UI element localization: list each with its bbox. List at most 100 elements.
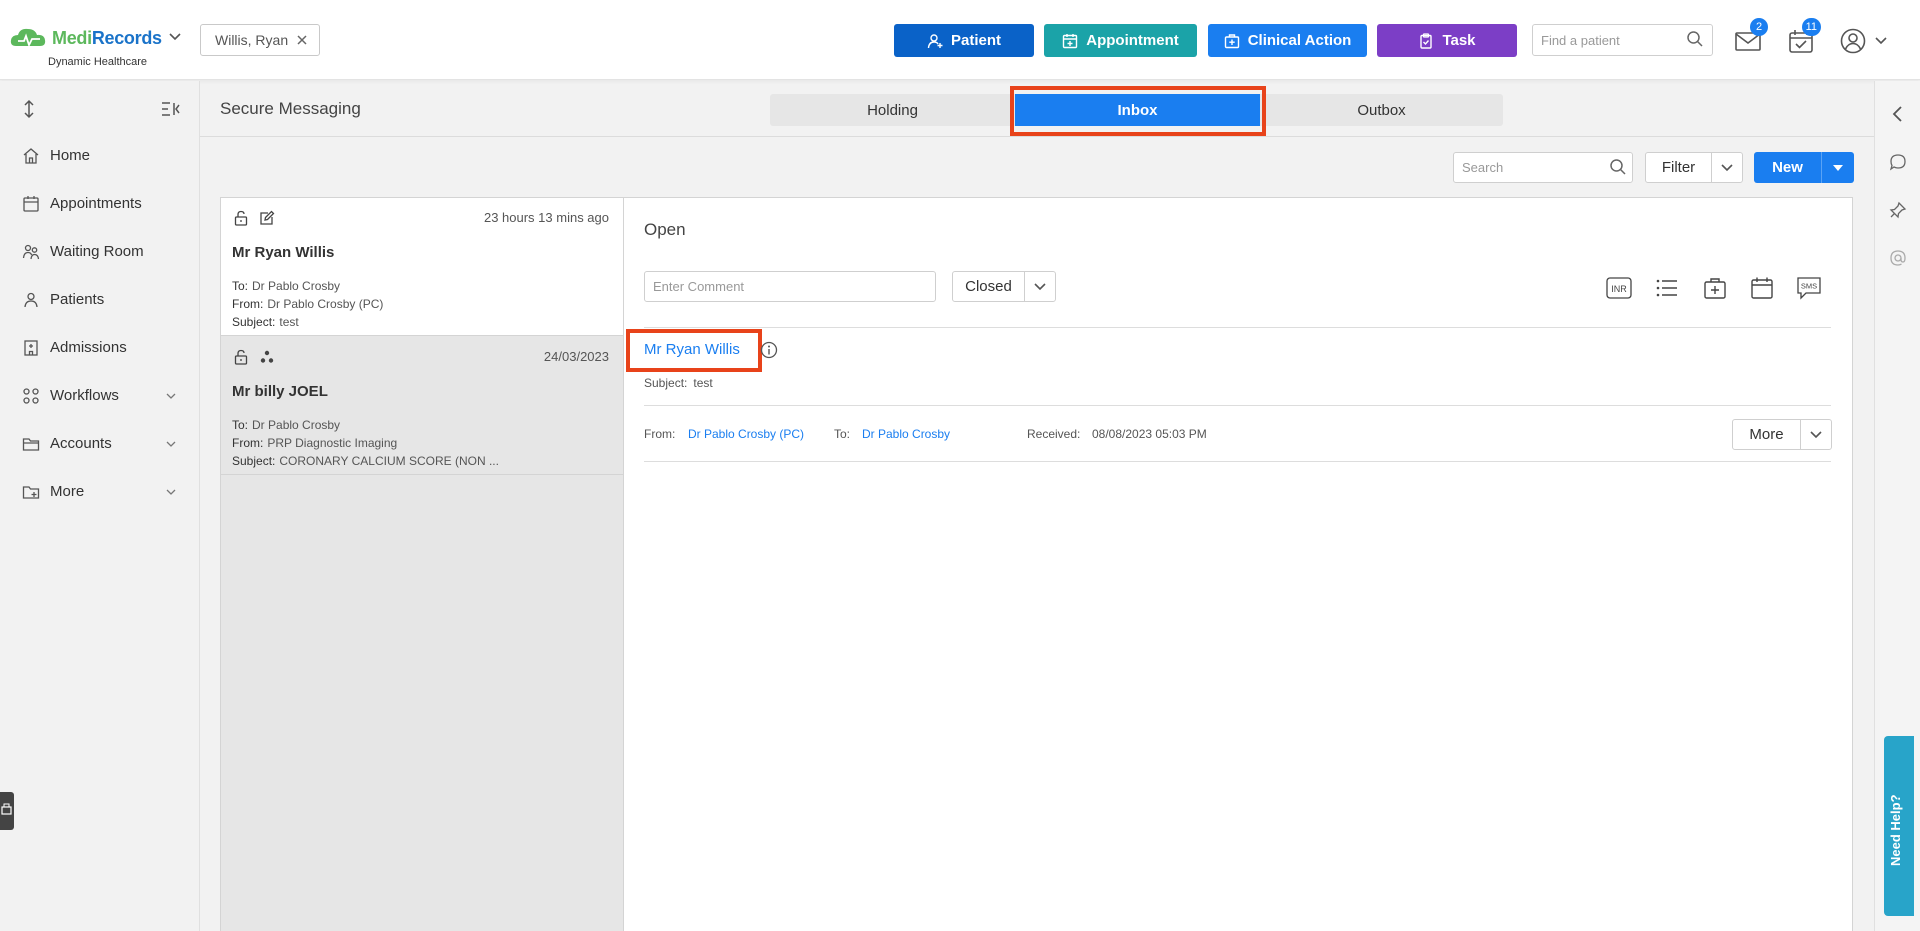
status-select-value: Closed [953,272,1025,301]
new-appointment-label: Appointment [1086,32,1179,49]
message-search-input[interactable] [1453,152,1633,183]
calendar-icon[interactable] [1749,276,1775,300]
message-subject-line: Subject: CORONARY CALCIUM SCORE (NON ... [232,454,499,468]
search-icon[interactable] [1686,30,1704,48]
add-user-icon [927,33,943,48]
to-recipient-link[interactable]: Dr Pablo Crosby [862,427,950,441]
list-icon[interactable] [1654,276,1680,300]
chevron-down-icon[interactable] [1033,280,1047,294]
user-avatar-icon[interactable] [1840,28,1866,54]
chevron-down-icon[interactable] [1830,160,1846,176]
pin-icon[interactable] [1889,201,1907,219]
status-select[interactable]: Closed [952,271,1056,302]
messages-count-badge: 2 [1750,18,1768,36]
chevron-down-icon[interactable] [1720,161,1734,175]
collapse-sidebar-icon[interactable] [160,99,180,119]
side-drawer-handle[interactable] [0,792,14,830]
divider [200,136,1874,137]
divider [644,327,1831,328]
detail-subject: Subject: test [644,376,713,390]
sidebar-item-patients[interactable]: Patients [0,280,200,320]
message-list: 23 hours 13 mins ago Mr Ryan Willis To: D… [220,197,624,931]
sidebar-toolbar [0,99,200,123]
close-icon[interactable] [295,33,309,47]
sidebar-item-admissions[interactable]: Admissions [0,328,200,368]
new-appointment-button[interactable]: Appointment [1044,24,1197,57]
sidebar-item-label: Workflows [50,387,119,404]
brand-part-medi: Medi [52,28,92,48]
sidebar-item-accounts[interactable]: Accounts [0,424,200,464]
divider [644,405,1831,406]
filter-label: Filter [1646,153,1712,182]
sidebar-item-appointments[interactable]: Appointments [0,184,200,224]
app-logo[interactable]: MediRecords Dynamic Healthcare [10,22,185,72]
brand-part-records: Records [91,28,162,48]
sidebar-item-label: Appointments [50,195,142,212]
message-patient-name: Mr Ryan Willis [232,244,335,261]
top-header: MediRecords Dynamic Healthcare Willis, R… [0,0,1920,80]
inbox-tab-highlight [1010,86,1266,136]
sidebar-item-label: Admissions [50,339,127,356]
brand-subtitle: Dynamic Healthcare [48,56,148,68]
new-patient-label: Patient [950,32,1001,49]
sidebar-item-label: Waiting Room [50,243,144,260]
vertical-resize-icon[interactable] [20,99,38,119]
from-label: From: [644,427,676,441]
chat-icon[interactable] [1889,153,1907,171]
detail-subject-label: Subject: [644,376,688,390]
message-time: 23 hours 13 mins ago [483,210,609,225]
sidebar-item-more[interactable]: More [0,472,200,512]
comment-input[interactable] [644,271,936,302]
subject-label: Subject: [232,315,276,329]
message-to-line: To: Dr Pablo Crosby [232,279,340,293]
to-label: To: [232,279,249,293]
folder-icon [22,438,40,451]
tab-holding[interactable]: Holding [770,94,1015,126]
new-patient-button[interactable]: Patient [894,24,1034,57]
from-sender-link[interactable]: Dr Pablo Crosby (PC) [688,427,804,441]
new-message-label: New [1754,152,1822,183]
medical-kit-icon[interactable] [1702,276,1728,300]
current-patient-chip[interactable]: Willis, Ryan [200,24,320,56]
user-icon [24,292,38,308]
received-label: Received: [1027,427,1081,441]
messages-button[interactable]: 2 [1734,18,1768,54]
brand-name: MediRecords [52,28,162,49]
info-icon[interactable] [760,341,778,359]
sms-icon[interactable]: SMS [1796,276,1822,300]
more-actions-button[interactable]: More [1732,419,1832,450]
message-to: Dr Pablo Crosby [252,279,341,293]
new-task-button[interactable]: Task [1377,24,1517,57]
message-subject: CORONARY CALCIUM SCORE (NON ... [279,454,499,468]
message-time: 24/03/2023 [543,349,609,364]
chevron-down-icon[interactable] [1874,34,1888,48]
logo-cloud-icon [10,28,46,48]
filter-button[interactable]: Filter [1645,152,1743,183]
sidebar-item-workflows[interactable]: Workflows [0,376,200,416]
sidebar-item-home[interactable]: Home [0,136,200,176]
sms-icon-text: SMS [1801,282,1817,291]
message-list-item[interactable]: 24/03/2023 Mr billy JOEL To: Dr Pablo Cro… [221,337,623,475]
unlock-icon [234,210,248,226]
message-to-line: To: Dr Pablo Crosby [232,418,340,432]
from-label: From: [232,297,264,311]
need-help-label: Need Help? [1888,794,1903,866]
tab-outbox[interactable]: Outbox [1260,94,1503,126]
message-list-item[interactable]: 23 hours 13 mins ago Mr Ryan Willis To: D… [221,198,623,336]
calendar-icon [23,196,39,212]
sidebar-item-waiting-room[interactable]: Waiting Room [0,232,200,272]
new-message-button[interactable]: New [1754,152,1854,183]
tasks-calendar-button[interactable]: 11 [1787,18,1821,54]
need-help-tab[interactable]: Need Help? [1884,736,1914,916]
chevron-down-icon[interactable] [168,30,182,44]
folder-plus-icon [22,486,40,499]
sidebar-item-label: Accounts [50,435,112,452]
at-sign-icon[interactable] [1889,249,1907,267]
chevron-down-icon[interactable] [1809,428,1823,442]
search-icon[interactable] [1609,158,1627,176]
page-title: Secure Messaging [220,99,361,118]
inr-icon[interactable]: INR [1606,276,1632,300]
chevron-left-icon[interactable] [1889,105,1907,123]
clinical-action-button[interactable]: Clinical Action [1208,24,1367,57]
tasks-count-badge: 11 [1801,18,1821,36]
